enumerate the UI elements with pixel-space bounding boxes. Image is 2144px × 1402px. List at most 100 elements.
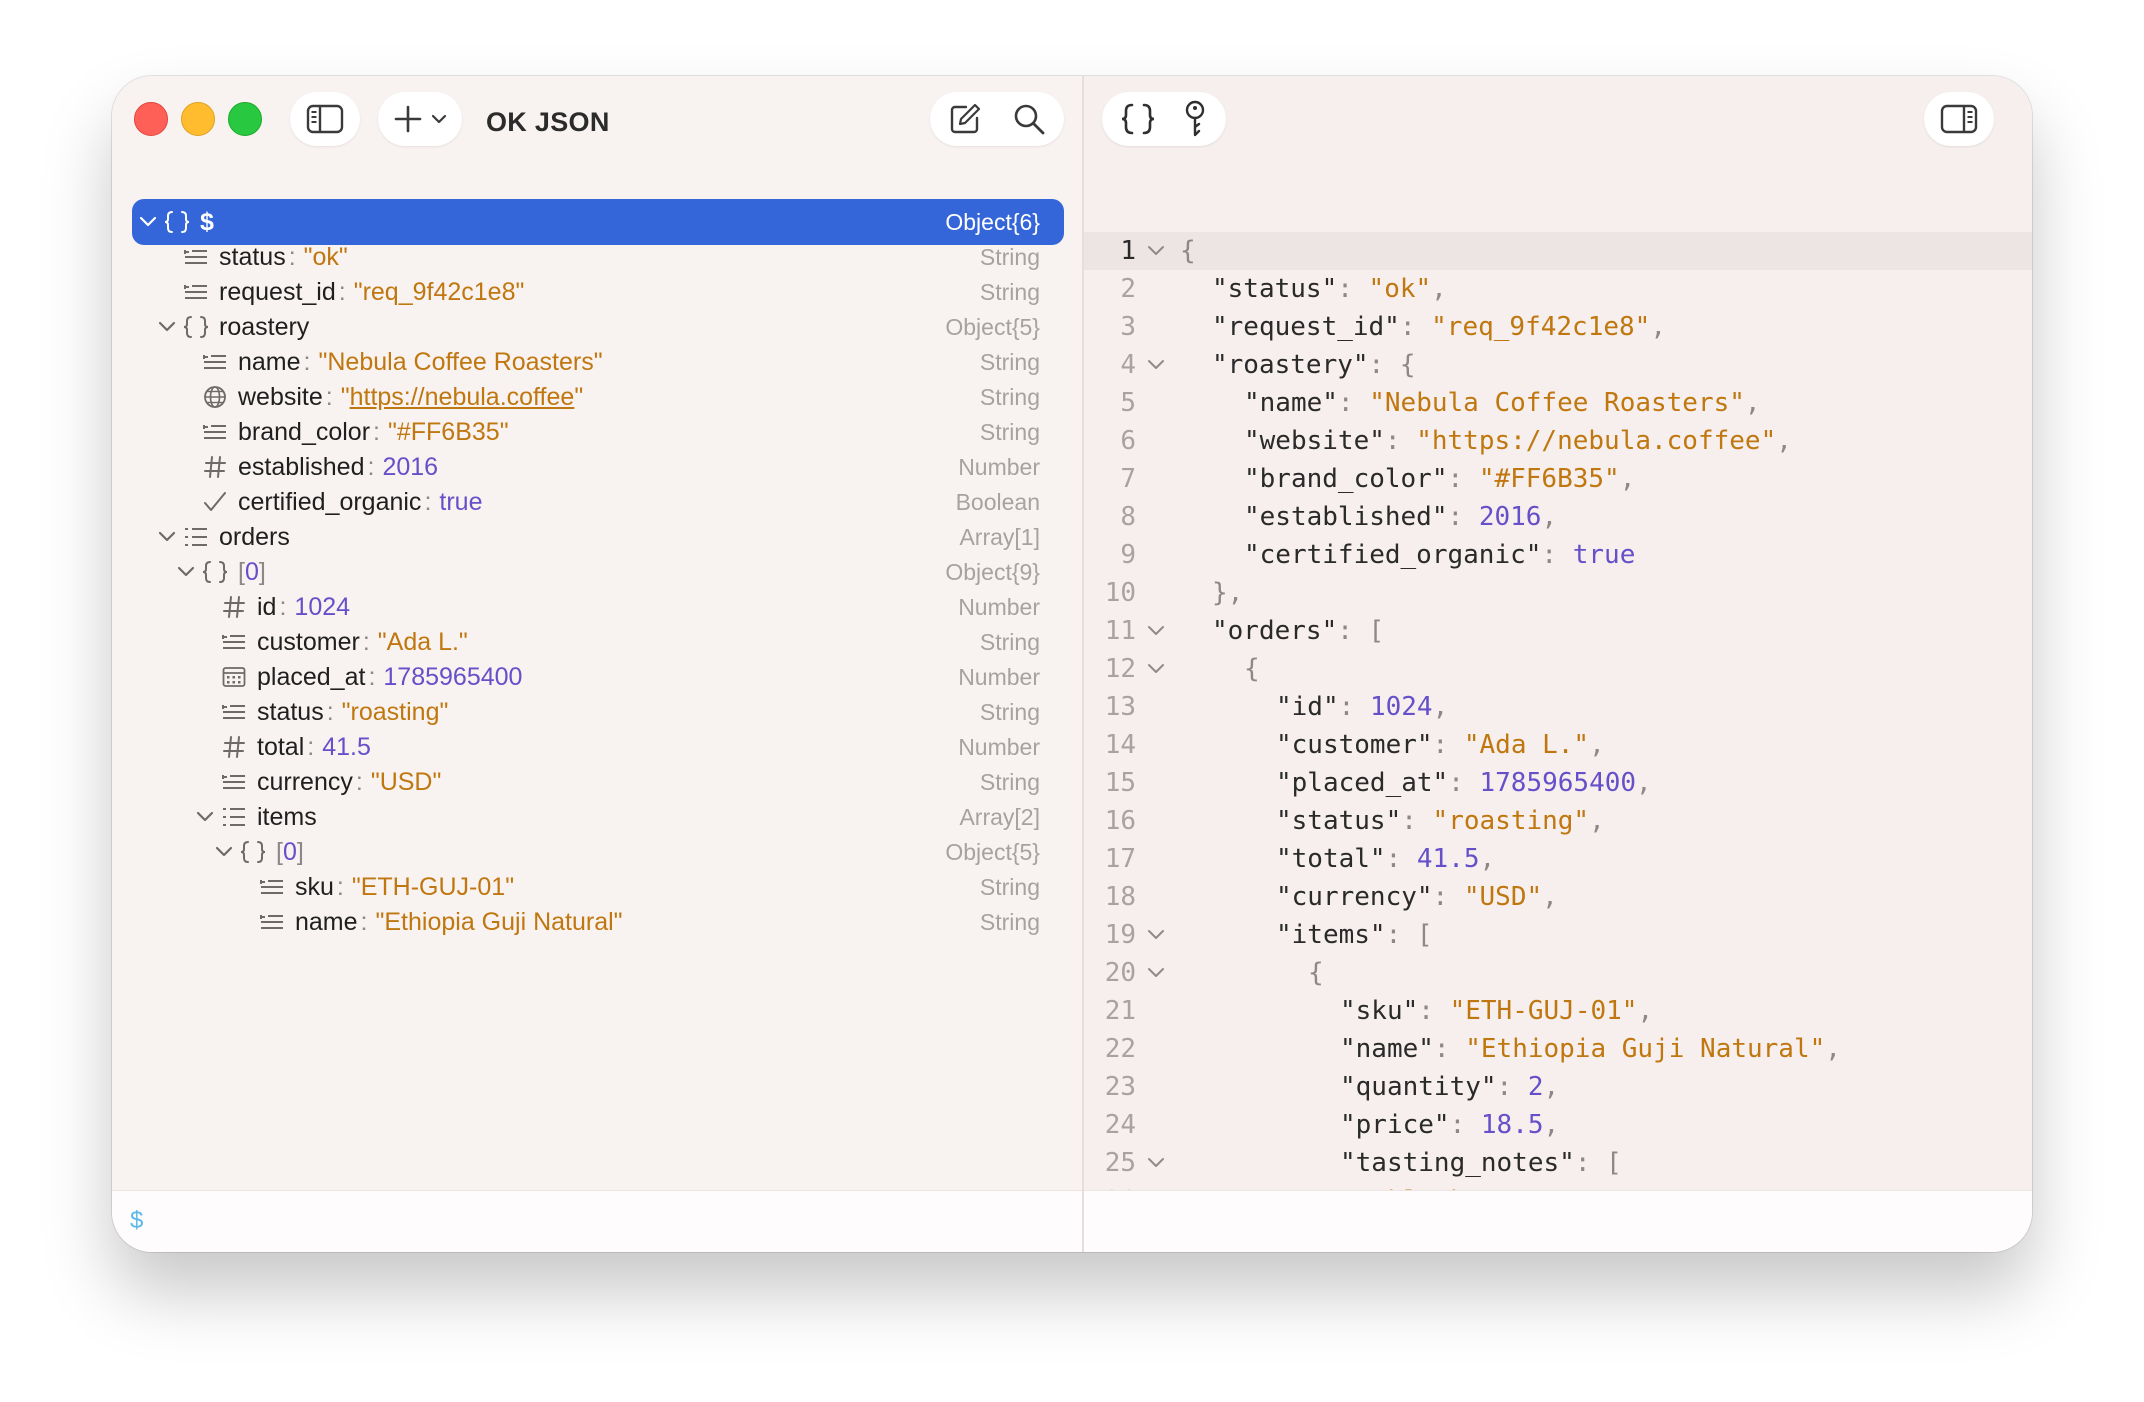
tree-value: 1024 xyxy=(294,593,351,621)
line-number: 26 xyxy=(1084,1182,1136,1190)
braces-icon[interactable] xyxy=(1120,102,1156,136)
code-text: "currency": "USD", xyxy=(1276,882,1558,912)
line-number: 11 xyxy=(1104,616,1136,646)
tree-key: request_id xyxy=(219,278,336,306)
code-line: 4 "roastery": { xyxy=(1084,346,2032,384)
array-index: [0] xyxy=(276,838,304,866)
path-bar-text: $ xyxy=(130,1207,144,1234)
line-number: 20 xyxy=(1104,958,1136,988)
code-text: { xyxy=(1180,236,1196,266)
fold-chevron-icon[interactable] xyxy=(1144,1144,1168,1182)
tree-pane: OK JSON $ Object{6} status: "ok" String reque… xyxy=(112,76,1082,1252)
code-text: "quantity": 2, xyxy=(1340,1072,1560,1102)
tree-value: "roasting" xyxy=(341,698,449,726)
line-number: 15 xyxy=(1104,768,1136,798)
code-text: { xyxy=(1244,654,1260,684)
tree-key: status xyxy=(219,243,286,271)
close-window-button[interactable] xyxy=(134,102,168,136)
tree-key: roastery xyxy=(219,313,310,341)
code-line: 8 "established": 2016, xyxy=(1084,498,2032,536)
key-icon[interactable] xyxy=(1182,100,1208,138)
code-text: "name": "Nebula Coffee Roasters", xyxy=(1244,388,1761,418)
tree-row[interactable]: name: "Ethiopia Guji Natural" String xyxy=(132,899,1064,945)
code-line: 16 "status": "roasting", xyxy=(1084,802,2032,840)
line-number: 7 xyxy=(1120,464,1136,494)
tree-key: id xyxy=(257,593,277,621)
line-number: 22 xyxy=(1104,1034,1136,1064)
code-line: 2 "status": "ok", xyxy=(1084,270,2032,308)
line-number: 10 xyxy=(1104,578,1136,608)
code-line: 20 { xyxy=(1084,954,2032,992)
fold-chevron-icon[interactable] xyxy=(1144,916,1168,954)
tree-value: true xyxy=(439,488,483,516)
tree-key: status xyxy=(257,698,324,726)
code-text: "id": 1024, xyxy=(1276,692,1449,722)
tree-key: placed_at xyxy=(257,663,366,691)
fold-chevron-icon[interactable] xyxy=(1144,650,1168,688)
compose-icon[interactable] xyxy=(948,102,982,136)
minimize-window-button[interactable] xyxy=(181,102,215,136)
code-text: "status": "roasting", xyxy=(1276,806,1605,836)
code-line: 26 "blueberry", xyxy=(1084,1182,2032,1190)
tree-value: 2016 xyxy=(382,453,439,481)
tree-value: 41.5 xyxy=(322,733,371,761)
tree-key: currency xyxy=(257,768,353,796)
code-line: 21 "sku": "ETH-GUJ-01", xyxy=(1084,992,2032,1030)
line-number: 17 xyxy=(1104,844,1136,874)
code-text: "customer": "Ada L.", xyxy=(1276,730,1605,760)
line-number: 3 xyxy=(1120,312,1136,342)
tree-key: brand_color xyxy=(238,418,371,446)
line-number: 6 xyxy=(1120,426,1136,456)
zoom-window-button[interactable] xyxy=(228,102,262,136)
tree-value: 1785965400 xyxy=(383,663,523,691)
code-line: 7 "brand_color": "#FF6B35", xyxy=(1084,460,2032,498)
tree-key: customer xyxy=(257,628,360,656)
code-line: 22 "name": "Ethiopia Guji Natural", xyxy=(1084,1030,2032,1068)
code-line: 14 "customer": "Ada L.", xyxy=(1084,726,2032,764)
fold-chevron-icon[interactable] xyxy=(1144,954,1168,992)
code-text: }, xyxy=(1212,578,1244,608)
line-number: 1 xyxy=(1120,236,1136,266)
tree-key: established xyxy=(238,453,365,481)
line-number: 16 xyxy=(1104,806,1136,836)
line-number: 13 xyxy=(1104,692,1136,722)
line-number: 4 xyxy=(1120,350,1136,380)
tree-key: certified_organic xyxy=(238,488,422,516)
inspector-toggle-button[interactable] xyxy=(1924,92,1994,146)
line-number: 9 xyxy=(1120,540,1136,570)
tree-value: "#FF6B35" xyxy=(387,418,509,446)
code-text: "request_id": "req_9f42c1e8", xyxy=(1212,312,1666,342)
fold-chevron-icon[interactable] xyxy=(1144,346,1168,384)
array-index: [0] xyxy=(238,558,266,586)
line-number: 23 xyxy=(1104,1072,1136,1102)
actions-group xyxy=(930,92,1064,146)
code-line: 11 "orders": [ xyxy=(1084,612,2032,650)
tree-value[interactable]: "https://nebula.coffee" xyxy=(341,383,583,411)
path-bar[interactable]: $ xyxy=(112,1190,1082,1252)
tree-key: items xyxy=(257,803,317,831)
code-text: "orders": [ xyxy=(1212,616,1385,646)
tree-value: "Ethiopia Guji Natural" xyxy=(375,908,623,936)
view-mode-group xyxy=(1102,92,1226,146)
search-icon[interactable] xyxy=(1012,102,1046,136)
code-line: 15 "placed_at": 1785965400, xyxy=(1084,764,2032,802)
tree-value: "ok" xyxy=(303,243,348,271)
code-text: "brand_color": "#FF6B35", xyxy=(1244,464,1636,494)
code-editor[interactable]: 1 {2 "status": "ok", 3 "request_id": "req_9f… xyxy=(1084,176,2032,1190)
fold-chevron-icon[interactable] xyxy=(1144,612,1168,650)
code-text: "tasting_notes": [ xyxy=(1340,1148,1622,1178)
code-status-bar xyxy=(1084,1190,2032,1252)
sidebar-toggle-button[interactable] xyxy=(290,92,360,146)
fold-chevron-icon[interactable] xyxy=(1144,232,1168,270)
line-number: 2 xyxy=(1120,274,1136,304)
plus-icon xyxy=(394,105,422,133)
code-line: 9 "certified_organic": true xyxy=(1084,536,2032,574)
code-text: "roastery": { xyxy=(1212,350,1416,380)
tree-key: total xyxy=(257,733,305,761)
inspector-toggle-icon xyxy=(1940,104,1978,134)
code-line: 23 "quantity": 2, xyxy=(1084,1068,2032,1106)
tree-value: "ETH-GUJ-01" xyxy=(351,873,515,901)
code-pane: 1 {2 "status": "ok", 3 "request_id": "req_9f… xyxy=(1084,76,2032,1252)
add-menu-button[interactable] xyxy=(378,92,462,146)
tree-key: orders xyxy=(219,523,290,551)
